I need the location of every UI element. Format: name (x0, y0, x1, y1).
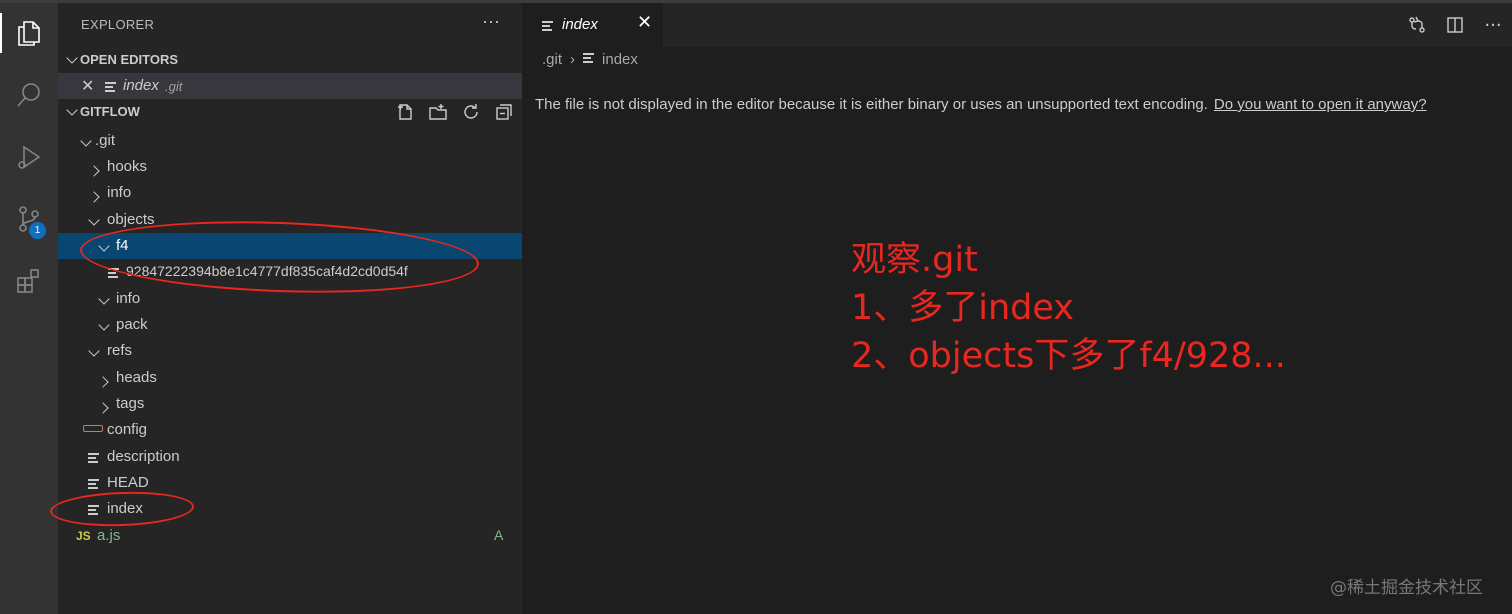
annotation-line: 1、多了index (851, 288, 1075, 328)
tree-folder[interactable]: pack (58, 312, 522, 338)
run-debug-icon (18, 145, 41, 169)
more-actions-icon[interactable]: ··· (1474, 3, 1512, 47)
chevron-right-icon: › (570, 51, 576, 68)
tree-label: refs (107, 342, 133, 359)
binary-file-message: The file is not displayed in the editor … (535, 96, 1427, 113)
tree-label: pack (116, 316, 148, 333)
editor-actions: ··· (1398, 3, 1512, 47)
new-file-icon[interactable] (393, 100, 417, 124)
close-editor-icon[interactable]: ✕ (81, 76, 94, 96)
tree-file[interactable]: description (58, 444, 522, 470)
tree-label: .git (95, 132, 116, 149)
file-lines-icon (88, 479, 99, 489)
js-file-icon: JS (76, 529, 91, 543)
source-control-activity[interactable]: 1 (0, 193, 58, 245)
tree-label: description (107, 448, 180, 465)
search-activity[interactable] (0, 69, 58, 121)
tree-folder[interactable]: tags (58, 391, 522, 417)
tree-label: HEAD (107, 474, 149, 491)
run-debug-activity[interactable] (0, 131, 58, 183)
files-icon (18, 21, 40, 46)
more-actions-icon[interactable]: ··· (482, 11, 500, 32)
tree-folder[interactable]: info (58, 180, 522, 206)
breadcrumb-item[interactable]: index (602, 51, 638, 68)
activity-bar: 1 (0, 3, 58, 614)
open-editors-header[interactable]: OPEN EDITORS (58, 48, 522, 72)
tree-label: info (107, 184, 132, 201)
refresh-icon[interactable] (459, 100, 483, 124)
tree-folder[interactable]: .git (58, 128, 522, 154)
tree-file[interactable]: config (58, 417, 522, 443)
open-editors-label: OPEN EDITORS (80, 52, 179, 67)
close-tab-icon[interactable]: ✕ (637, 12, 652, 33)
tree-folder[interactable]: hooks (58, 154, 522, 180)
tree-folder[interactable]: refs (58, 338, 522, 364)
file-lines-icon (88, 453, 99, 463)
message-text: The file is not displayed in the editor … (535, 96, 1208, 113)
workspace-label: GITFLOW (80, 104, 140, 119)
extensions-icon (17, 269, 39, 293)
open-anyway-link[interactable]: Do you want to open it anyway? (1214, 96, 1427, 113)
workspace-actions (393, 100, 516, 124)
editor-tab-bar: index ✕ ··· (522, 3, 1512, 47)
tree-label: hooks (107, 158, 148, 175)
tab-index[interactable]: index ✕ (522, 3, 663, 47)
split-editor-icon[interactable] (1436, 3, 1474, 47)
explorer-activity[interactable] (0, 7, 58, 59)
open-editor-path: .git (165, 79, 183, 94)
config-file-icon (83, 425, 103, 432)
tab-label: index (562, 16, 598, 33)
gitflow-header[interactable]: GITFLOW (58, 100, 522, 124)
open-changes-icon[interactable] (1398, 3, 1436, 47)
scm-badge: 1 (29, 222, 46, 239)
open-editor-item[interactable]: ✕ index .git (58, 73, 522, 99)
annotation-text: 观察.git 1、多了index 2、objects下多了f4/928... (851, 236, 1286, 380)
tree-label: a.js (97, 527, 121, 544)
extensions-activity[interactable] (0, 255, 58, 307)
open-editor-name: index (123, 77, 159, 94)
file-lines-icon (105, 82, 116, 92)
tree-file-js[interactable]: JS a.js A (58, 523, 522, 549)
file-lines-icon (542, 21, 553, 31)
explorer-title: EXPLORER (81, 17, 155, 32)
annotation-line: 观察.git (851, 240, 978, 280)
watermark: @稀土掘金技术社区 (1330, 578, 1483, 598)
file-lines-icon (583, 53, 595, 63)
collapse-all-icon[interactable] (492, 100, 516, 124)
breadcrumb-item[interactable]: .git (542, 51, 562, 68)
annotation-line: 2、objects下多了f4/928... (851, 336, 1286, 376)
breadcrumb: .git › index (542, 51, 638, 68)
tree-label: config (107, 421, 148, 438)
search-icon (17, 83, 40, 107)
tree-label: tags (116, 395, 145, 412)
tree-label: heads (116, 369, 157, 386)
tree-folder[interactable]: heads (58, 365, 522, 391)
tree-label: info (116, 290, 141, 307)
new-folder-icon[interactable] (426, 100, 450, 124)
git-status-badge: A (494, 527, 504, 543)
